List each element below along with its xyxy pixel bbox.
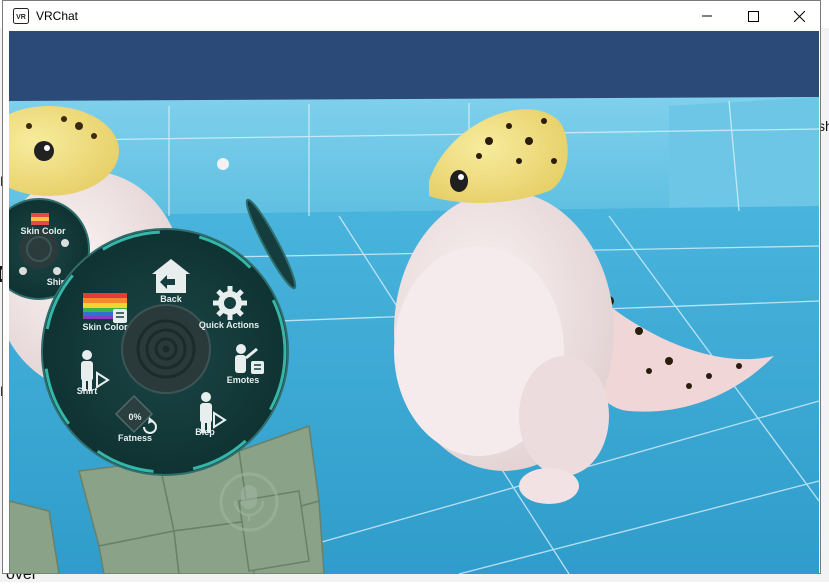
svg-text:VR: VR [16,14,26,21]
close-button[interactable] [776,1,822,31]
secondary-menu-label: Skin Color [20,226,66,236]
gear-icon [213,286,247,320]
title-bar[interactable]: VR VRChat [3,1,820,31]
menu-item-skin-color[interactable]: Skin Color [82,293,128,332]
menu-item-label: Shirt [77,386,98,396]
vrchat-window: VR VRChat Skin Color Shirt Back Quick Ac… [2,0,821,574]
menu-item-label: Emotes [227,375,260,385]
game-viewport[interactable]: Skin Color Shirt Back Quick Actions Emot… [9,31,819,574]
rainbow-flag-icon [83,293,127,323]
maximize-button[interactable] [730,1,776,31]
menu-item-label: Back [160,294,183,304]
menu-item-label: Quick Actions [199,320,259,330]
minimize-button[interactable] [684,1,730,31]
target-rings-icon [136,319,196,379]
action-menu[interactable]: Back Quick Actions Emotes Blep 0% Fatnes… [41,228,289,476]
close-icon [793,10,805,22]
minimize-icon [702,15,712,17]
menu-item-label: Skin Color [82,322,128,332]
maximize-icon [747,10,759,22]
menu-item-label: Blep [195,427,215,437]
floating-orb [217,158,229,170]
menu-item-label: Fatness [118,433,152,443]
action-menu-center[interactable] [121,304,211,394]
vrchat-logo-icon: VR [13,8,29,24]
fatness-value: 0% [128,412,141,422]
window-title: VRChat [36,9,79,23]
